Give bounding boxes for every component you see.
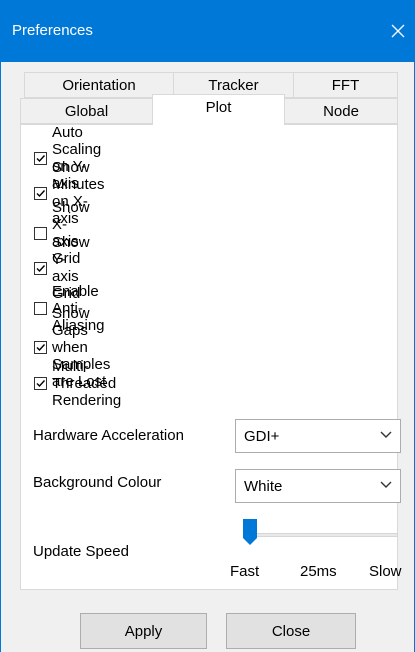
background-colour-select[interactable]: White [235,469,401,503]
title-bar[interactable]: Preferences [0,0,415,62]
tab-label: Node [323,102,359,120]
checkbox-row[interactable]: Show Y-axis Grid [34,234,90,302]
checkbox-checked[interactable] [34,340,47,354]
checkbox-unchecked[interactable] [34,301,47,315]
hardware-acceleration-select[interactable]: GDI+ [235,419,401,453]
update-speed-label: Update Speed [33,543,129,560]
tab-global[interactable]: Global [20,98,153,124]
chevron-down-icon [380,481,392,488]
apply-button[interactable]: Apply [80,613,207,649]
preferences-window: Preferences Orientation Tracker FFT Glob… [0,0,415,652]
tab-fft[interactable]: FFT [293,72,398,98]
window-title: Preferences [12,22,93,39]
hardware-acceleration-value: GDI+ [244,427,280,445]
background-colour-value: White [244,477,283,495]
tab-label: Plot [205,99,232,116]
checkbox-checked[interactable] [34,151,47,165]
checkbox-unchecked[interactable] [34,226,47,240]
tab-node[interactable]: Node [284,98,398,124]
slider-min-label: Fast [230,563,260,580]
tab-label: FFT [331,76,360,94]
close-button-label: Close [271,622,311,640]
update-speed-slider-thumb[interactable] [243,519,257,545]
update-speed-slider-track[interactable] [244,533,398,537]
tab-label: Tracker [208,76,259,94]
tab-plot[interactable]: Plot [152,94,285,125]
background-colour-label: Background Colour [33,474,162,491]
checkbox-checked[interactable] [34,376,47,390]
checkbox-row[interactable]: Show Gaps when Samples are Lost [34,305,110,390]
checkbox-label: Multi-Threaded Rendering [52,357,122,409]
close-icon[interactable] [381,14,415,48]
checkbox-checked[interactable] [34,261,47,275]
slider-max-label: Slow [369,563,402,580]
hardware-acceleration-label: Hardware Acceleration [33,427,184,444]
slider-value-label: 25ms [300,563,337,580]
tab-label: Orientation [62,76,136,94]
checkbox-row[interactable]: Multi-Threaded Rendering [34,358,121,409]
chevron-down-icon [380,431,392,438]
tab-label: Global [64,102,109,120]
close-button[interactable]: Close [226,613,356,649]
apply-button-label: Apply [124,622,163,640]
checkbox-checked[interactable] [34,186,47,200]
window-border-left [0,62,1,652]
